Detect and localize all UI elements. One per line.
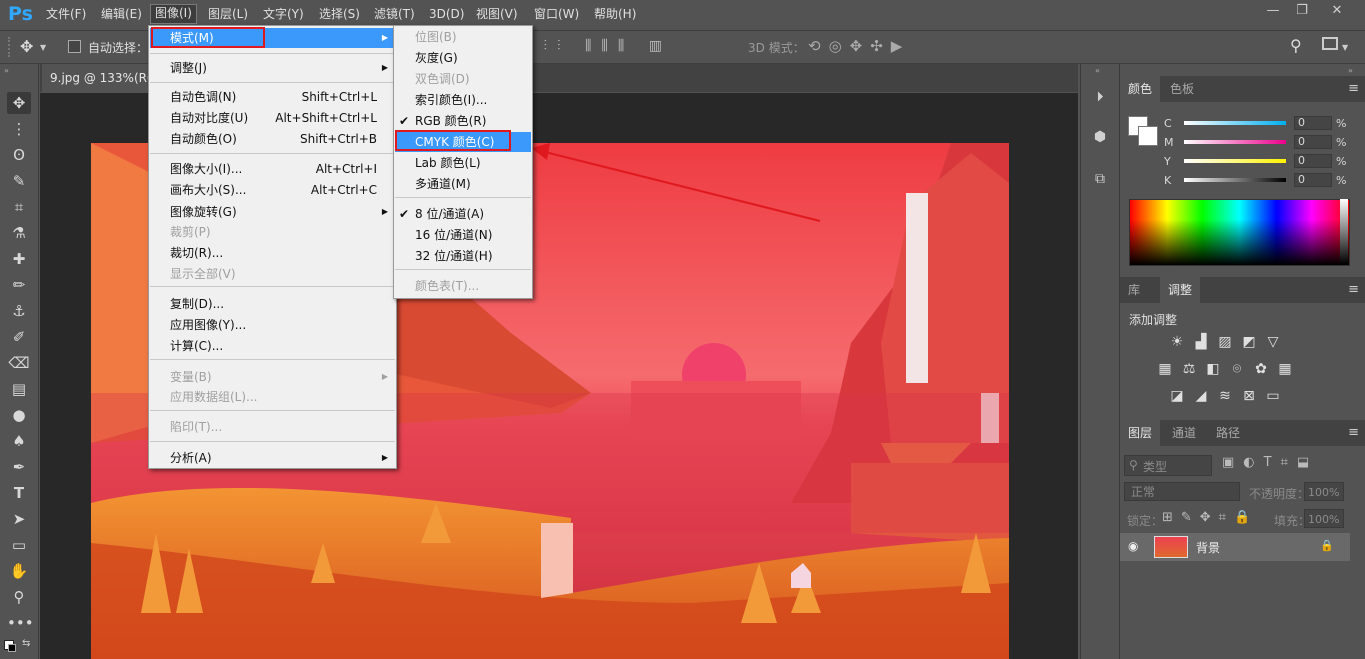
menu-item-label: 32 位/通道(H) [415,249,493,263]
menu-item-shortcut: Alt+Shift+Ctrl+L [275,111,377,125]
menu-item-label: 应用图像(Y)... [170,318,247,332]
image-menu-item: 显示全部(V) [150,264,395,284]
menu-separator [150,359,395,360]
mode-menu-item: 颜色表(T)... [395,276,531,296]
image-menu-item: 应用数据组(L)... [150,387,395,407]
checkmark-icon: ✔ [399,114,410,128]
menu-separator [150,286,395,287]
submenu-arrow-icon: ▶ [381,33,388,42]
mode-menu-item[interactable]: 16 位/通道(N) [395,225,531,245]
menu-item-label: 裁切(R)... [170,246,224,260]
menu-item-shortcut: Alt+Ctrl+I [315,162,377,176]
menu-item-label: 计算(C)... [170,339,224,353]
image-menu-item[interactable]: 自动颜色(O) Shift+Ctrl+B [150,129,395,149]
menu-item-label: 16 位/通道(N) [415,228,493,242]
image-menu-item[interactable]: 分析(A) ▶ [150,448,395,468]
menu-item-shortcut: Alt+Ctrl+C [310,183,377,197]
image-menu-item[interactable]: 裁切(R)... [150,243,395,263]
image-menu-item[interactable]: 自动色调(N) Shift+Ctrl+L [150,87,395,107]
menu-item-shortcut: Shift+Ctrl+L [301,90,377,104]
submenu-arrow-icon: ▶ [381,63,388,72]
image-menu-item: 陷印(T)... [150,417,395,437]
mode-menu-item[interactable]: ✔ 8 位/通道(A) [395,204,531,224]
image-menu-dropdown: 模式(M) ▶ 调整(J) ▶ 自动色调(N) Shift+Ctrl+L 自动对比度(U) A… [148,25,397,469]
image-menu-item[interactable]: 图像大小(I)... Alt+Ctrl+I [150,159,395,179]
image-menu-item[interactable]: 复制(D)... [150,294,395,314]
highlight-box [151,27,265,48]
menu-separator [150,410,395,411]
image-menu-item: 裁剪(P) [150,222,395,242]
mode-menu-item[interactable]: 灰度(G) [395,48,531,68]
checkmark-icon: ✔ [399,207,410,221]
submenu-arrow-icon: ▶ [381,207,388,216]
image-menu-item[interactable]: 图像旋转(G) ▶ [150,202,395,222]
mode-menu-item[interactable]: 索引颜色(I)... [395,90,531,110]
menu-separator [150,441,395,442]
image-menu-item[interactable]: 应用图像(Y)... [150,315,395,335]
menu-item-label: 灰度(G) [415,51,458,65]
menu-item-label: 应用数据组(L)... [170,390,258,404]
submenu-arrow-icon: ▶ [381,453,388,462]
image-menu-item[interactable]: 画布大小(S)... Alt+Ctrl+C [150,180,395,200]
menu-item-label: 图像旋转(G) [170,205,237,219]
mode-menu-item: 双色调(D) [395,69,531,89]
menu-item-label: 画布大小(S)... [170,183,247,197]
mode-menu-item[interactable]: Lab 颜色(L) [395,153,531,173]
mode-menu-item: 位图(B) [395,27,531,47]
mode-menu-item[interactable]: 32 位/通道(H) [395,246,531,266]
menu-item-label: 位图(B) [415,30,457,44]
menu-item-label: 自动色调(N) [170,90,237,104]
menu-separator [150,82,395,83]
menu-separator [395,197,531,198]
image-menu-item: 变量(B) ▶ [150,367,395,387]
menu-item-label: 显示全部(V) [170,267,236,281]
menu-item-label: 多通道(M) [415,177,471,191]
menu-item-label: 图像大小(I)... [170,162,243,176]
menu-item-label: 裁剪(P) [170,225,211,239]
menu-item-label: 8 位/通道(A) [415,207,485,221]
menu-item-shortcut: Shift+Ctrl+B [300,132,377,146]
menu-item-label: RGB 颜色(R) [415,114,487,128]
submenu-arrow-icon: ▶ [381,372,388,381]
highlight-box [395,130,511,151]
menu-item-label: 分析(A) [170,451,212,465]
menu-item-label: 颜色表(T)... [415,279,480,293]
menu-separator [150,153,395,154]
menu-item-label: 索引颜色(I)... [415,93,488,107]
menu-item-label: 自动颜色(O) [170,132,237,146]
mode-submenu: 位图(B) 灰度(G) 双色调(D) 索引颜色(I)... ✔ RGB 颜色(R) CMYK… [393,25,533,299]
menu-separator [150,53,395,54]
image-menu-item[interactable]: 计算(C)... [150,336,395,356]
mode-menu-item[interactable]: ✔ RGB 颜色(R) [395,111,531,131]
menu-item-label: Lab 颜色(L) [415,156,481,170]
menu-item-label: 双色调(D) [415,72,470,86]
menu-item-label: 自动对比度(U) [170,111,249,125]
menu-item-label: 陷印(T)... [170,420,223,434]
image-menu-item[interactable]: 调整(J) ▶ [150,58,395,78]
menu-item-label: 复制(D)... [170,297,225,311]
image-menu-item[interactable]: 自动对比度(U) Alt+Shift+Ctrl+L [150,108,395,128]
menu-item-label: 变量(B) [170,370,212,384]
menu-separator [395,269,531,270]
menu-item-label: 调整(J) [170,61,207,75]
mode-menu-item[interactable]: 多通道(M) [395,174,531,194]
